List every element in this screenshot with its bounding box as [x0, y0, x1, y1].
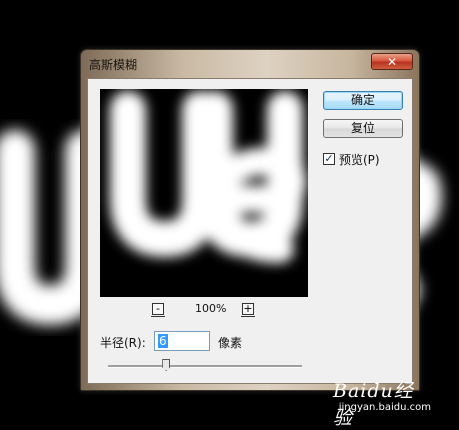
gaussian-blur-dialog: 高斯模糊 ✕ - 100% + 确定 复位 ✓ 预览(P) 半径(R): 6 像… — [80, 49, 420, 391]
radius-input[interactable]: 6 — [154, 331, 210, 351]
baidu-jingyan-logo: Baidu经验 — [333, 376, 433, 429]
dialog-title: 高斯模糊 — [89, 58, 138, 72]
radius-value: 6 — [158, 334, 168, 348]
close-button[interactable]: ✕ — [371, 53, 413, 70]
radius-unit-label: 像素 — [218, 336, 243, 350]
zoom-level: 100% — [195, 302, 227, 315]
title-bar[interactable]: 高斯模糊 ✕ — [81, 50, 419, 77]
ok-button[interactable]: 确定 — [323, 91, 403, 110]
radius-slider-thumb[interactable] — [162, 359, 171, 371]
zoom-controls: - 100% + — [100, 302, 308, 320]
preview-image[interactable] — [100, 89, 308, 297]
watermark-url: jingyan.baidu.com — [338, 402, 431, 413]
reset-button[interactable]: 复位 — [323, 119, 403, 138]
zoom-out-button[interactable]: - — [151, 303, 165, 317]
radius-row: 半径(R): 6 像素 — [100, 331, 300, 353]
radius-label: 半径(R): — [100, 336, 146, 350]
radius-slider-track[interactable] — [108, 365, 302, 368]
dialog-body: - 100% + 确定 复位 ✓ 预览(P) 半径(R): 6 像素 — [87, 78, 413, 384]
preview-checkbox[interactable]: ✓ — [323, 153, 335, 165]
zoom-in-button[interactable]: + — [241, 303, 255, 317]
preview-label: 预览(P) — [339, 153, 380, 167]
